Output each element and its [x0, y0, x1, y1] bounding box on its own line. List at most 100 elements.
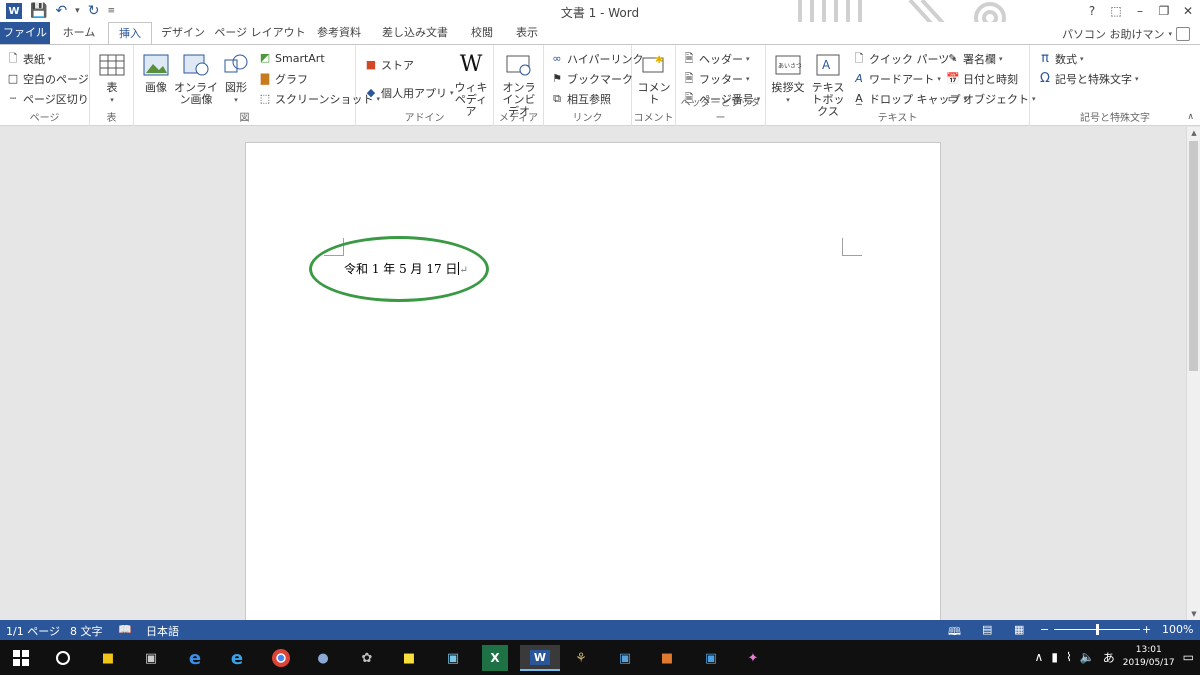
- blank-page-button[interactable]: □ 空白のページ: [6, 71, 89, 87]
- print-layout-icon[interactable]: ▤: [982, 623, 992, 636]
- windows-start-icon[interactable]: [8, 645, 34, 671]
- notifications-icon[interactable]: ▭: [1183, 650, 1194, 664]
- sticky-notes-icon[interactable]: ■: [396, 645, 422, 671]
- online-video-button[interactable]: オンラインビデオ: [498, 51, 540, 118]
- page-break-button[interactable]: ┄ ページ区切り: [6, 91, 89, 107]
- tab-review[interactable]: 校閲: [460, 22, 504, 44]
- bookmark-button[interactable]: ⚑ ブックマーク: [550, 71, 633, 87]
- tab-page-layout[interactable]: ページ レイアウト: [214, 22, 306, 44]
- document-page[interactable]: 令和 1 年 5 月 17 日 ↵: [245, 142, 941, 632]
- chevron-up-icon[interactable]: ∧: [1035, 650, 1044, 664]
- object-button[interactable]: ▭ オブジェクト ▾: [946, 91, 1036, 107]
- restore-icon[interactable]: ❐: [1152, 0, 1176, 22]
- tab-view[interactable]: 表示: [506, 22, 548, 44]
- internet-explorer-icon[interactable]: e: [224, 645, 250, 671]
- greeting-button[interactable]: あいさつ 挨拶文 ▾: [770, 51, 806, 106]
- edge-browser-icon[interactable]: e: [182, 645, 208, 671]
- app-icon-2[interactable]: ▣: [440, 645, 466, 671]
- date-time-button[interactable]: 📅 日付と時刻: [946, 71, 1018, 87]
- language[interactable]: 日本語: [146, 623, 179, 639]
- shapes-button[interactable]: 図形 ▾: [220, 51, 252, 106]
- tab-mailings[interactable]: 差し込み文書: [374, 22, 456, 44]
- equation-button[interactable]: π 数式 ▾: [1038, 51, 1083, 67]
- web-layout-icon[interactable]: ▦: [1014, 623, 1024, 636]
- redo-icon[interactable]: ↻: [88, 3, 100, 19]
- remote-desktop-icon[interactable]: ▣: [698, 645, 724, 671]
- wifi-icon[interactable]: ⌇: [1066, 650, 1072, 664]
- zoom-level[interactable]: 100%: [1162, 623, 1193, 636]
- wordart-button[interactable]: A ワードアート ▾: [852, 71, 941, 87]
- cross-reference-icon: ⧉: [553, 92, 561, 105]
- excel-icon[interactable]: X: [482, 645, 508, 671]
- paint-palette-icon[interactable]: ⚘: [568, 645, 594, 671]
- globe-app-icon[interactable]: ●: [310, 645, 336, 671]
- user-account[interactable]: パソコン お助けマン ▾: [1062, 26, 1190, 42]
- undo-dropdown-icon[interactable]: ▾: [75, 6, 80, 16]
- group-label: アドイン: [404, 113, 445, 124]
- scroll-down-icon[interactable]: ▼: [1187, 608, 1200, 620]
- customize-qat-icon[interactable]: ≡: [107, 6, 115, 16]
- file-explorer-icon[interactable]: ■: [95, 645, 121, 671]
- minimize-icon[interactable]: –: [1128, 0, 1152, 22]
- bookmark-icon: ⚑: [552, 72, 562, 85]
- header-button[interactable]: 🗎 ヘッダー ▾: [682, 51, 750, 67]
- app-icon[interactable]: ▣: [138, 645, 164, 671]
- ribbon-display-icon[interactable]: ⬚: [1104, 0, 1128, 22]
- footer-button[interactable]: 🗎 フッター ▾: [682, 71, 750, 87]
- tab-home[interactable]: ホーム: [54, 22, 104, 44]
- save-icon[interactable]: 💾: [30, 3, 47, 19]
- group-text: あいさつ 挨拶文 ▾ A テキストボックス 🗋 クイック パーツ ▾ A ワードアート…: [766, 45, 1036, 126]
- zoom-slider-thumb[interactable]: [1096, 624, 1099, 635]
- clock[interactable]: 13:01 2019/05/17: [1123, 644, 1175, 670]
- table-button[interactable]: 表 ▾: [97, 51, 127, 106]
- signature-line-button[interactable]: ✎ 署名欄 ▾: [946, 51, 1002, 67]
- paint-app-icon[interactable]: ✿: [354, 645, 380, 671]
- group-label: メディア: [498, 113, 539, 124]
- briefcase-icon[interactable]: ■: [654, 645, 680, 671]
- quick-parts-button[interactable]: 🗋 クイック パーツ ▾: [852, 51, 956, 67]
- picture-button[interactable]: 画像: [140, 51, 172, 94]
- cross-reference-button[interactable]: ⧉ 相互参照: [550, 91, 611, 107]
- online-picture-button[interactable]: オンライン画像: [174, 51, 218, 106]
- svg-text:A: A: [822, 58, 831, 72]
- word-count[interactable]: 8 文字: [70, 623, 103, 639]
- comment-button[interactable]: ✱ コメント: [636, 51, 672, 106]
- undo-icon[interactable]: ↶: [55, 3, 67, 19]
- tab-file[interactable]: ファイル: [0, 22, 50, 44]
- symbol-button[interactable]: Ω 記号と特殊文字 ▾: [1038, 71, 1138, 87]
- hyperlink-button[interactable]: ∞ ハイパーリンク: [550, 51, 643, 67]
- collapse-ribbon-icon[interactable]: ∧: [1187, 112, 1194, 122]
- battery-icon[interactable]: ▮: [1051, 650, 1058, 664]
- help-icon[interactable]: ?: [1080, 0, 1104, 22]
- textbox-button[interactable]: A テキストボックス: [808, 51, 848, 118]
- group-label: テキスト: [877, 113, 918, 124]
- page-count[interactable]: 1/1 ページ: [6, 623, 60, 639]
- ime-indicator[interactable]: あ: [1103, 649, 1115, 666]
- chrome-icon[interactable]: [268, 645, 294, 671]
- group-media: オンラインビデオ メディア: [494, 45, 544, 126]
- comment-icon: ✱: [640, 51, 668, 79]
- zoom-out-icon[interactable]: −: [1040, 623, 1049, 636]
- app-icon-4[interactable]: ✦: [740, 645, 766, 671]
- tab-design[interactable]: デザイン: [156, 22, 210, 44]
- vertical-scrollbar[interactable]: ▲ ▼: [1186, 127, 1200, 620]
- tab-insert[interactable]: 挿入: [108, 22, 152, 45]
- proofing-icon[interactable]: 📖: [118, 623, 132, 636]
- scroll-up-icon[interactable]: ▲: [1187, 127, 1200, 139]
- my-apps-button[interactable]: ◆ 個人用アプリ ▾: [364, 85, 454, 101]
- chart-button[interactable]: ▇ グラフ: [258, 71, 308, 87]
- tab-references[interactable]: 参考資料: [308, 22, 370, 44]
- screenshot-icon: ⬚: [259, 92, 271, 105]
- search-icon[interactable]: [50, 645, 76, 671]
- volume-icon[interactable]: 🔈: [1080, 650, 1095, 664]
- smartart-button[interactable]: ◩ SmartArt: [258, 51, 325, 65]
- app-icon-3[interactable]: ▣: [612, 645, 638, 671]
- cover-page-button[interactable]: 🗋 表紙 ▾: [6, 51, 52, 67]
- word-taskbar-icon[interactable]: W: [520, 645, 560, 671]
- wikipedia-button[interactable]: W ウィキペディア: [452, 51, 490, 118]
- zoom-in-icon[interactable]: +: [1142, 623, 1151, 636]
- store-button[interactable]: ■ ストア: [364, 57, 414, 73]
- dropcap-icon: A̲: [855, 92, 863, 105]
- close-icon[interactable]: ✕: [1176, 0, 1200, 22]
- scrollbar-thumb[interactable]: [1189, 141, 1198, 371]
